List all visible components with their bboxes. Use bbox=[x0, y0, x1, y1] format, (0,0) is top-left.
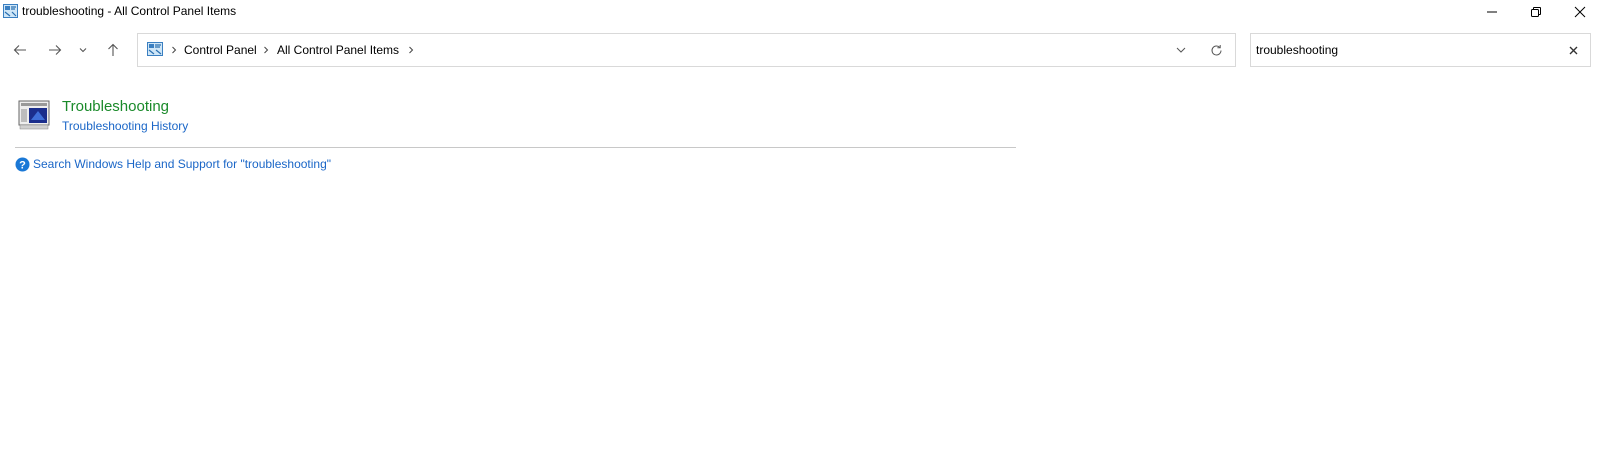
up-button[interactable] bbox=[102, 39, 124, 61]
svg-text:?: ? bbox=[19, 159, 26, 171]
minimize-button[interactable] bbox=[1470, 0, 1514, 24]
divider bbox=[15, 147, 1016, 148]
breadcrumb-separator-icon[interactable] bbox=[169, 42, 179, 58]
title-bar: troubleshooting - All Control Panel Item… bbox=[0, 0, 1600, 24]
breadcrumb-control-panel[interactable]: Control Panel bbox=[184, 42, 257, 58]
refresh-icon bbox=[1211, 44, 1221, 55]
breadcrumb-separator-icon[interactable] bbox=[406, 42, 416, 58]
search-help-link[interactable]: Search Windows Help and Support for "tro… bbox=[33, 157, 331, 172]
address-bar[interactable]: Control Panel All Control Panel Items bbox=[137, 33, 1236, 67]
breadcrumb-separator-icon[interactable] bbox=[261, 42, 271, 58]
close-icon bbox=[1574, 6, 1586, 18]
restore-icon bbox=[1531, 7, 1541, 17]
troubleshooting-icon[interactable] bbox=[18, 100, 50, 130]
search-query[interactable]: troubleshooting bbox=[1256, 42, 1338, 58]
breadcrumb-all-control-panel-items[interactable]: All Control Panel Items bbox=[277, 42, 399, 58]
close-button[interactable] bbox=[1558, 0, 1600, 24]
troubleshooting-history-link[interactable]: Troubleshooting History bbox=[62, 119, 188, 134]
recent-locations-button[interactable] bbox=[76, 39, 90, 61]
arrow-up-icon bbox=[108, 43, 118, 56]
chevron-down-icon bbox=[79, 48, 87, 53]
chevron-down-icon bbox=[1176, 47, 1186, 53]
restore-button[interactable] bbox=[1514, 0, 1558, 24]
arrow-right-icon bbox=[49, 45, 62, 55]
control-panel-icon bbox=[147, 42, 163, 56]
refresh-button[interactable] bbox=[1208, 42, 1224, 58]
address-dropdown-button[interactable] bbox=[1173, 42, 1189, 58]
arrow-left-icon bbox=[13, 45, 26, 55]
close-icon bbox=[1569, 46, 1577, 54]
help-icon[interactable]: ? bbox=[15, 157, 30, 172]
window-title: troubleshooting - All Control Panel Item… bbox=[22, 4, 237, 18]
minimize-icon bbox=[1487, 11, 1497, 13]
search-input[interactable]: troubleshooting bbox=[1250, 33, 1591, 67]
clear-search-button[interactable] bbox=[1566, 43, 1580, 57]
troubleshooting-link[interactable]: Troubleshooting bbox=[62, 98, 169, 116]
back-button[interactable] bbox=[9, 39, 31, 61]
forward-button[interactable] bbox=[44, 39, 66, 61]
control-panel-icon bbox=[3, 4, 18, 18]
